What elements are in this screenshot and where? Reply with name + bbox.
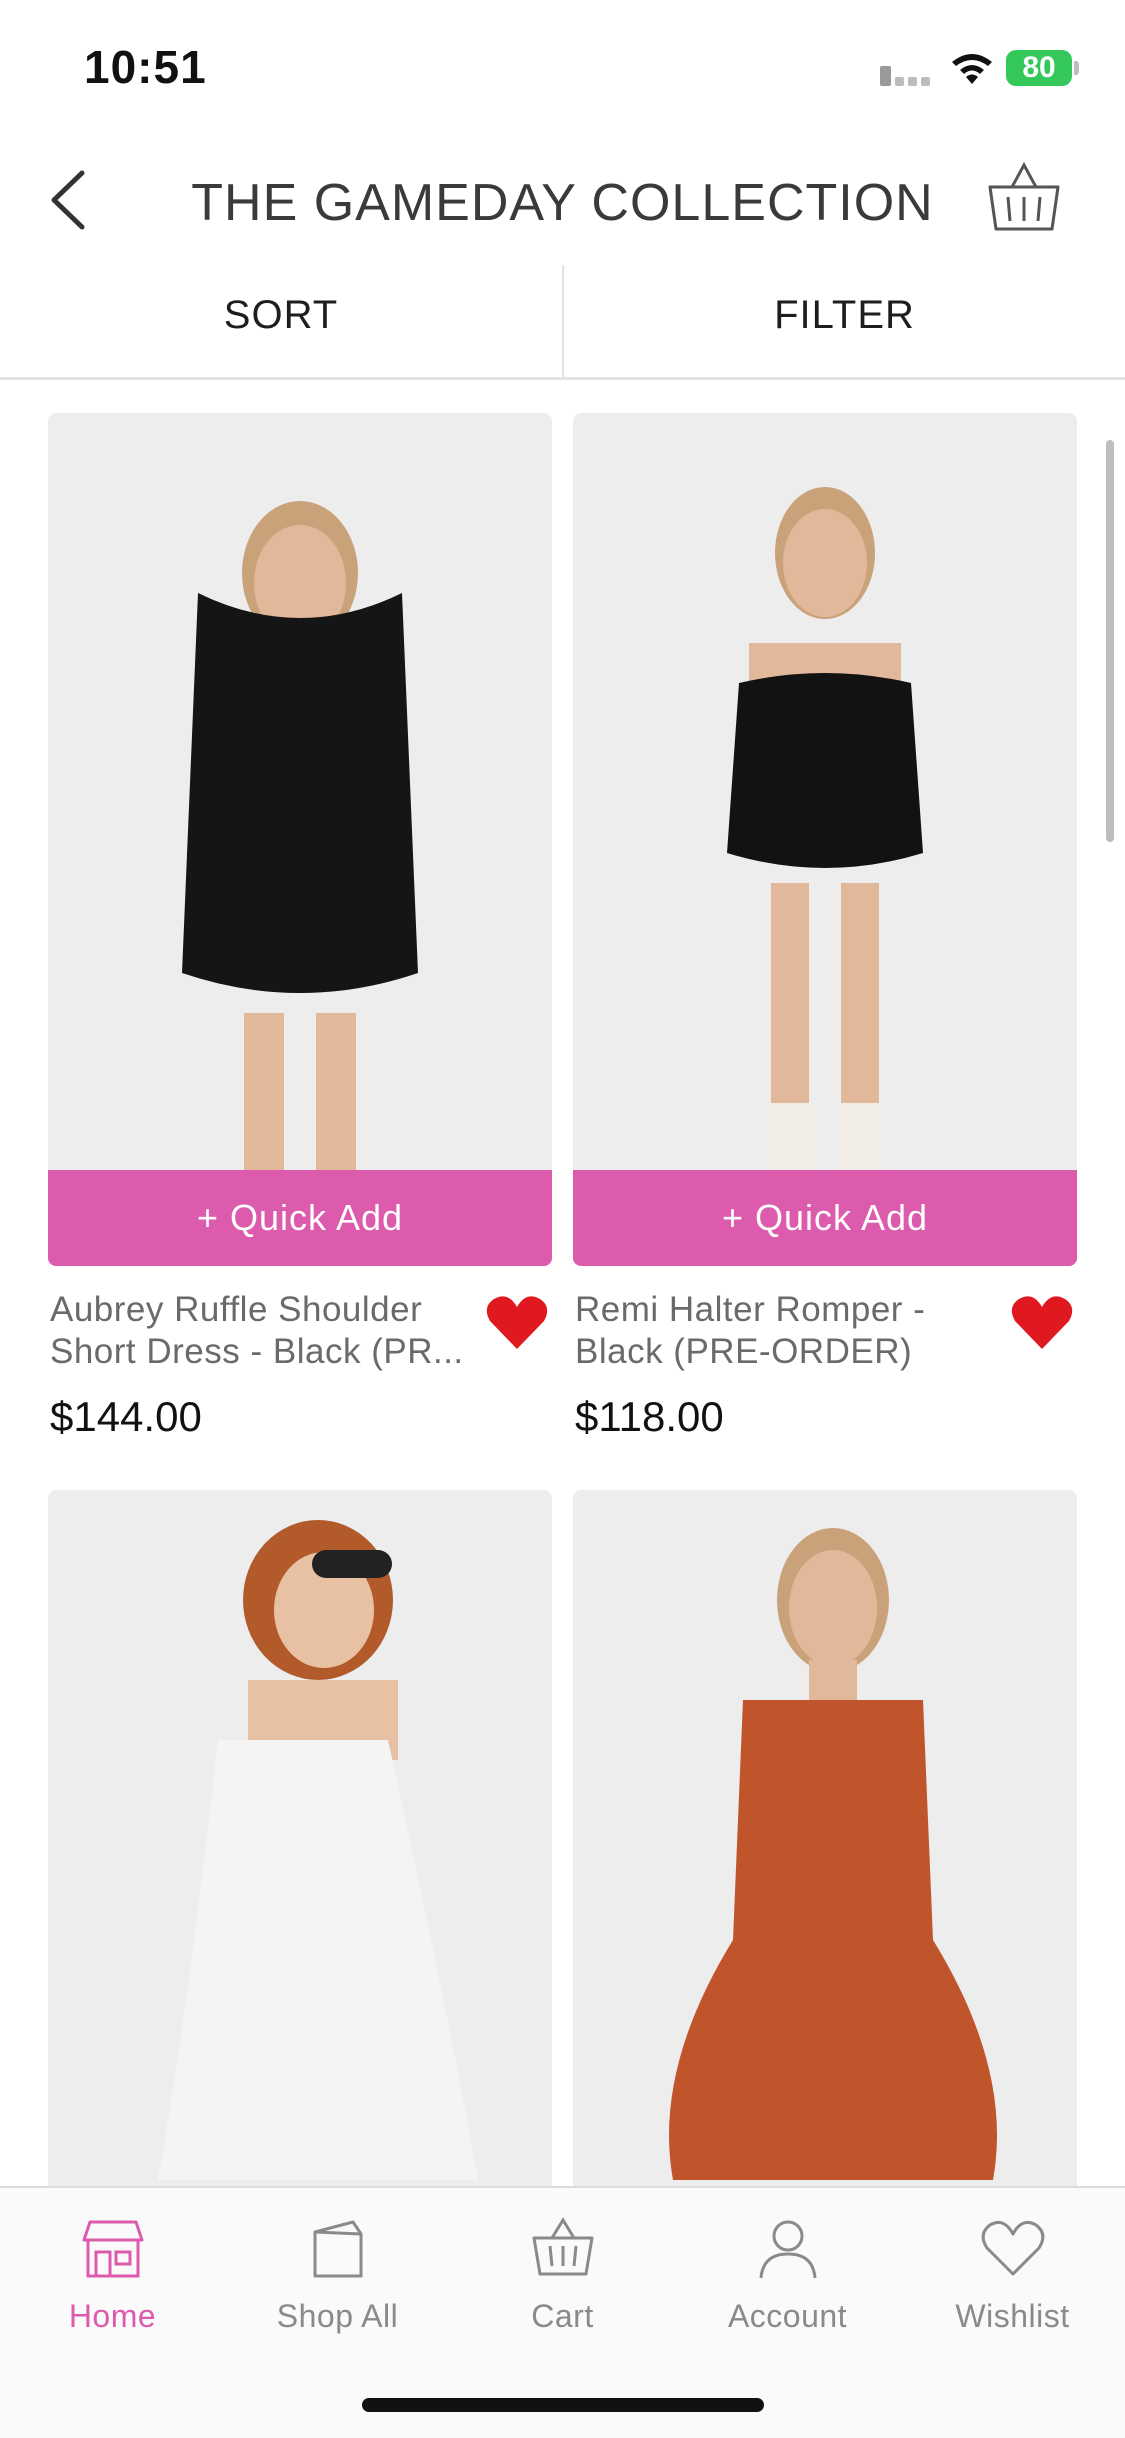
status-bar: 10:51 80 xyxy=(0,0,1125,135)
basket-icon[interactable] xyxy=(984,159,1064,239)
tab-label: Home xyxy=(68,2298,157,2334)
store-icon xyxy=(82,2220,144,2278)
battery-icon: 80 xyxy=(1006,50,1072,86)
product-price: $118.00 xyxy=(575,1393,724,1440)
sort-button[interactable]: SORT xyxy=(0,265,562,377)
wifi-icon xyxy=(952,54,992,84)
dress-shape xyxy=(727,673,923,868)
product-price: $144.00 xyxy=(50,1393,202,1440)
product-name[interactable]: Remi Halter Romper - Black (PRE-ORDER) xyxy=(575,1289,995,1373)
product-image[interactable] xyxy=(48,1490,552,2190)
battery-level: 80 xyxy=(1022,51,1056,84)
dress-shape xyxy=(182,593,418,993)
quick-add-button[interactable]: + Quick Add xyxy=(48,1170,552,1266)
product-image[interactable] xyxy=(573,413,1077,1170)
scrollbar[interactable] xyxy=(1106,440,1114,842)
tab-label: Cart xyxy=(531,2298,594,2334)
cellular-signal-icon xyxy=(880,66,934,86)
tab-label: Shop All xyxy=(276,2298,399,2334)
quick-add-button[interactable]: + Quick Add xyxy=(573,1170,1077,1266)
battery-cap xyxy=(1074,61,1079,75)
heart-icon xyxy=(981,2221,1045,2276)
back-chevron-icon[interactable] xyxy=(42,165,102,235)
status-time: 10:51 xyxy=(84,41,207,93)
page-title: THE GAMEDAY COLLECTION xyxy=(191,174,934,232)
basket-icon xyxy=(532,2217,594,2276)
filter-button[interactable]: FILTER xyxy=(564,265,1125,377)
dress-shape xyxy=(158,1740,478,2180)
nav-header: THE GAMEDAY COLLECTION xyxy=(0,135,1125,265)
bag-icon xyxy=(313,2220,363,2278)
wishlist-heart-icon[interactable] xyxy=(1009,1293,1075,1353)
tab-label: Wishlist xyxy=(955,2298,1070,2334)
dress-shape xyxy=(669,1700,997,2180)
person-icon xyxy=(759,2220,817,2279)
product-image[interactable] xyxy=(573,1490,1077,2190)
home-indicator[interactable] xyxy=(362,2398,764,2412)
sort-filter-bar: SORT FILTER xyxy=(0,265,1125,380)
wishlist-heart-icon[interactable] xyxy=(484,1293,550,1353)
product-name[interactable]: Aubrey Ruffle Shoulder Short Dress - Bla… xyxy=(50,1289,470,1373)
product-image[interactable] xyxy=(48,413,552,1170)
tab-label: Account xyxy=(727,2298,848,2334)
